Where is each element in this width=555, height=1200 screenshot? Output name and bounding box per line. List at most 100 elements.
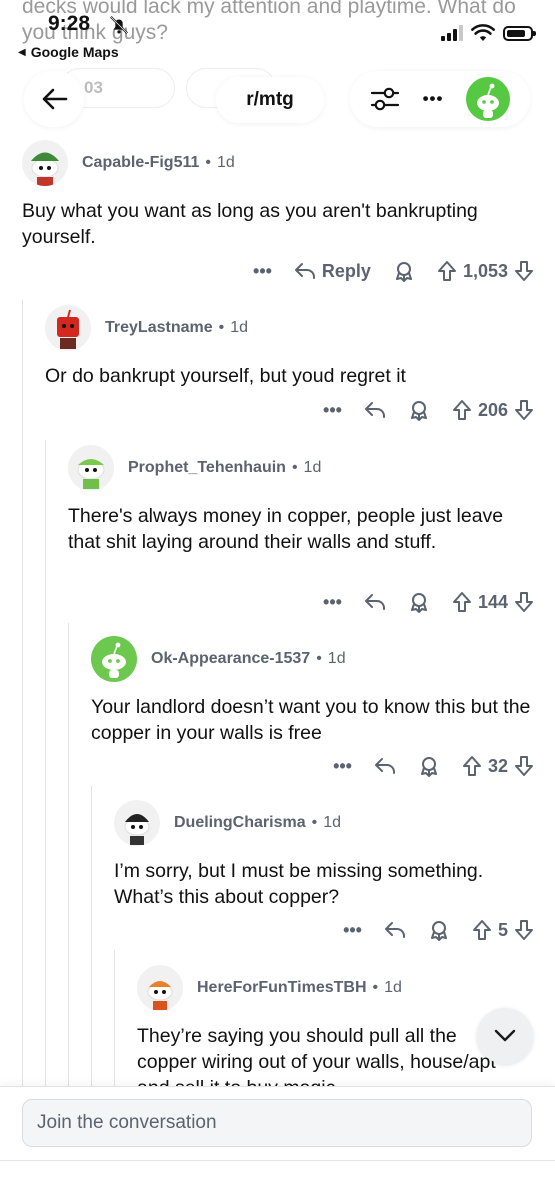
comment-author[interactable]: Prophet_Tehenhauin [128, 459, 286, 477]
reply-icon [384, 922, 405, 938]
comment: Prophet_Tehenhauin • 1d There's always m… [68, 443, 534, 613]
reply-button[interactable]: Reply [294, 261, 371, 282]
comment-time: 1d [384, 979, 402, 996]
reply-button[interactable] [374, 757, 396, 775]
comment-author[interactable]: Capable-Fig511 [82, 154, 199, 172]
award-icon [430, 921, 447, 941]
meta-separator: • [205, 154, 211, 171]
more-options-icon[interactable]: ••• [423, 89, 444, 109]
upvote-icon[interactable] [437, 260, 457, 282]
reply-icon [364, 402, 385, 418]
award-button[interactable] [408, 399, 430, 421]
comment-time: 1d [230, 319, 249, 336]
more-options-icon[interactable]: ••• [343, 920, 362, 941]
thread-line [22, 300, 23, 1100]
downvote-icon[interactable] [514, 919, 534, 941]
vote-controls: 1,053 [437, 260, 534, 282]
reply-icon [374, 758, 395, 774]
comment-body: I’m sorry, but I must be missing somethi… [114, 860, 484, 908]
bell-muted-icon [109, 15, 129, 35]
snoo-avatar-icon [477, 83, 500, 118]
ghost-vote-count: 03 [84, 78, 103, 97]
comment-actions: ••• 206 [301, 395, 534, 425]
comment-author[interactable]: TreyLastname [105, 319, 213, 337]
upvote-icon[interactable] [452, 591, 472, 613]
subreddit-name[interactable]: r/mtg [216, 77, 324, 123]
meta-separator: • [218, 319, 225, 336]
reply-button[interactable] [384, 921, 406, 939]
downvote-icon[interactable] [514, 591, 534, 613]
back-to-app-link[interactable]: ◀ Google Maps [18, 44, 119, 60]
meta-separator: • [311, 814, 318, 831]
battery-icon [503, 25, 536, 41]
reply-icon [294, 263, 315, 279]
comment-author[interactable]: Ok-Appearance-1537 [151, 650, 310, 668]
reply-button[interactable] [364, 401, 386, 419]
reply-label: Reply [321, 260, 371, 281]
comment: DuelingCharisma • 1d I’m sorry, but I mu… [114, 798, 534, 941]
status-bar: 9:28 ◀ Google Maps [0, 0, 555, 66]
back-triangle-icon: ◀ [18, 46, 26, 58]
comment: HereForFunTimesTBH • 1d They’re saying y… [137, 963, 497, 1101]
award-button[interactable] [428, 919, 450, 941]
comment-author[interactable]: DuelingCharisma [174, 814, 306, 832]
vote-controls: 5 [472, 919, 534, 941]
nav-tools: ••• [350, 71, 530, 127]
comment-time: 1d [323, 814, 341, 831]
filter-icon[interactable] [370, 86, 400, 112]
award-button[interactable] [408, 591, 430, 613]
thread-line [114, 950, 115, 1100]
reply-button[interactable] [364, 593, 386, 611]
comment-actions: ••• 32 [311, 751, 534, 781]
avatar[interactable] [45, 305, 91, 351]
award-button[interactable] [393, 260, 415, 282]
system-icons [441, 24, 536, 42]
more-options-icon[interactable]: ••• [323, 592, 342, 613]
back-app-label: Google Maps [30, 44, 119, 60]
scroll-down-button[interactable] [477, 1008, 533, 1064]
upvote-icon[interactable] [472, 919, 492, 941]
comment-body: Or do bankrupt yourself, but youd regret… [45, 365, 406, 387]
clock: 9:28 [48, 12, 91, 35]
vote-controls: 32 [462, 755, 534, 777]
thread-line [91, 786, 92, 1100]
comment-time: 1d [216, 154, 235, 171]
meta-separator: • [372, 979, 379, 996]
thread-line [45, 440, 46, 1100]
comment-actions: ••• 5 [321, 915, 534, 945]
snoo-avatar-icon [31, 152, 59, 186]
comment: Ok-Appearance-1537 • 1d Your landlord do… [91, 634, 534, 777]
comment: TreyLastname • 1d Or do bankrupt yoursel… [45, 303, 534, 421]
avatar[interactable] [91, 636, 137, 682]
downvote-icon[interactable] [514, 399, 534, 421]
more-options-icon[interactable]: ••• [323, 400, 342, 421]
bottom-composer-bar: Join the conversation [0, 1086, 555, 1200]
comment-body: Buy what you want as long as you aren't … [22, 200, 478, 248]
snoo-avatar-icon [147, 981, 173, 1010]
vote-count: 5 [497, 919, 508, 940]
upvote-icon[interactable] [462, 755, 482, 777]
reply-icon [364, 594, 385, 610]
award-button[interactable] [418, 755, 440, 777]
avatar[interactable] [137, 965, 183, 1011]
bottom-divider [0, 1160, 555, 1161]
vote-controls: 206 [452, 399, 534, 421]
comment-actions: ••• 144 [301, 587, 534, 617]
more-options-icon[interactable]: ••• [253, 261, 272, 282]
comment-author[interactable]: HereForFunTimesTBH [197, 979, 367, 997]
avatar[interactable] [22, 140, 68, 186]
more-options-icon[interactable]: ••• [333, 756, 352, 777]
comment-body: There's always money in copper, people j… [68, 505, 504, 553]
downvote-icon[interactable] [514, 260, 534, 282]
comment: Capable-Fig511 • 1d Buy what you want as… [22, 138, 534, 282]
vote-count: 1,053 [462, 260, 508, 281]
meta-separator: • [316, 650, 322, 667]
avatar[interactable] [114, 800, 160, 846]
upvote-icon[interactable] [452, 399, 472, 421]
downvote-icon[interactable] [514, 755, 534, 777]
join-conversation-input[interactable]: Join the conversation [22, 1099, 532, 1147]
thread-line [68, 623, 69, 1100]
avatar[interactable] [68, 445, 114, 491]
back-button[interactable] [24, 71, 84, 127]
user-avatar[interactable] [466, 77, 511, 121]
